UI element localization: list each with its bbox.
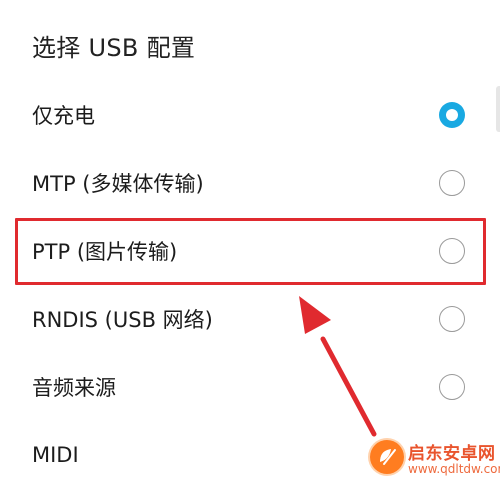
radio-unselected-icon[interactable] (439, 306, 465, 332)
radio-selected-icon[interactable] (439, 102, 465, 128)
ptp-highlight-box (15, 218, 486, 285)
radio-unselected-icon[interactable] (439, 374, 465, 400)
watermark: 启东安卓网 www.qdltdw.com (370, 434, 500, 482)
usb-option-mtp[interactable]: MTP (多媒体传输) (0, 149, 500, 217)
dialog-title: 选择 USB 配置 (32, 34, 196, 62)
usb-option-audio-source[interactable]: 音频来源 (0, 353, 500, 421)
watermark-logo-icon (370, 440, 404, 474)
usb-option-charge-only[interactable]: 仅充电 (0, 81, 500, 149)
option-label: MIDI (32, 443, 79, 467)
option-label: RNDIS (USB 网络) (32, 308, 213, 332)
radio-unselected-icon[interactable] (439, 170, 465, 196)
scroll-edge-indicator (496, 86, 500, 132)
option-label: 音频来源 (32, 376, 116, 400)
watermark-url: www.qdltdw.com (408, 462, 500, 476)
usb-option-rndis[interactable]: RNDIS (USB 网络) (0, 285, 500, 353)
watermark-name: 启东安卓网 (408, 444, 496, 464)
usb-config-dialog: 选择 USB 配置 仅充电 MTP (多媒体传输) PTP (图片传输) RND… (0, 0, 500, 482)
option-label: MTP (多媒体传输) (32, 172, 204, 196)
option-label: 仅充电 (32, 104, 95, 128)
